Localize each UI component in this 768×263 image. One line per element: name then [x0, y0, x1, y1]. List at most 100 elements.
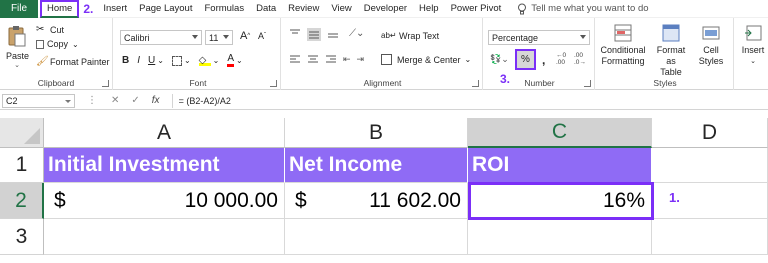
font-name-combo[interactable]: Calibri [120, 30, 202, 45]
align-middle-icon[interactable] [307, 28, 321, 41]
step-2-marker: 2. [83, 1, 94, 16]
alignment-launcher-icon[interactable] [472, 80, 479, 87]
conditional-formatting-button[interactable]: Conditional Formatting [599, 24, 647, 67]
tab-insert[interactable]: Insert [97, 0, 133, 18]
cut-button[interactable]: ✂ Cut [36, 24, 64, 35]
increase-decimal-button[interactable]: ←0.00 [556, 52, 566, 66]
tab-data[interactable]: Data [250, 0, 282, 18]
shrink-font-button[interactable]: Aˇ [258, 31, 266, 41]
formula-bar: C2 ⋮ ✕ ✓ fx = (B2-A2)/A2 [0, 92, 768, 110]
fill-color-chevron-icon[interactable]: ⌄ [213, 56, 220, 65]
select-all-triangle-icon [24, 128, 40, 144]
comma-style-button[interactable]: , [542, 53, 545, 67]
wrap-text-button[interactable]: ab↵ Wrap Text [381, 30, 439, 41]
number-launcher-icon[interactable] [584, 80, 591, 87]
align-left-icon[interactable] [289, 54, 301, 65]
underline-button[interactable]: U [148, 55, 155, 66]
cell-c1[interactable]: ROI [468, 148, 652, 183]
row-header-1[interactable]: 1 [0, 148, 44, 183]
insert-cells-button[interactable]: Insert ⌄ [740, 24, 766, 67]
increase-decimal-label: .00 [556, 59, 566, 66]
column-header-d[interactable]: D [652, 118, 768, 148]
paste-button[interactable]: Paste ⌄ [6, 25, 29, 69]
format-painter-label: Format Painter [50, 56, 110, 67]
font-group-label: Font [189, 78, 207, 88]
tell-me-box[interactable]: Tell me what you want to do [517, 3, 649, 15]
align-top-icon[interactable] [289, 28, 301, 39]
font-format-row: B I U ⌄ ⌄ ◇ ⌄ A ⌄ [122, 54, 251, 67]
cell-d1[interactable] [652, 148, 768, 183]
align-bottom-icon[interactable] [327, 28, 339, 39]
grow-font-button[interactable]: A ^ [240, 30, 250, 42]
cell-d3[interactable] [652, 219, 768, 255]
tab-formulas[interactable]: Formulas [198, 0, 250, 18]
row-header-2[interactable]: 2 [0, 183, 44, 219]
borders-chevron-icon[interactable]: ⌄ [184, 56, 191, 65]
tab-home[interactable]: Home [40, 0, 80, 18]
format-painter-button[interactable]: 🖌 Format Painter [36, 56, 110, 67]
copy-button[interactable]: Copy ⌄ [36, 39, 79, 49]
tab-power-pivot[interactable]: Power Pivot [445, 0, 508, 18]
decrease-decimal-button[interactable]: .00.0→ [574, 52, 586, 66]
cell-b1[interactable]: Net Income [285, 148, 468, 183]
column-header-c[interactable]: C [468, 118, 652, 148]
increase-indent-icon[interactable]: ⇥ [357, 54, 365, 65]
column-header-b[interactable]: B [285, 118, 468, 148]
menu-bar: File Home 2. Insert Page Layout Formulas… [0, 0, 768, 18]
select-all-button[interactable] [0, 118, 44, 148]
align-right-icon[interactable] [325, 54, 337, 65]
conditional-formatting-label-1: Conditional [600, 45, 646, 55]
font-color-chevron-icon[interactable]: ⌄ [236, 56, 243, 65]
percent-style-button[interactable]: % [515, 49, 536, 70]
decrease-decimal-label: .0 [574, 59, 580, 66]
row-header-3[interactable]: 3 [0, 219, 44, 255]
font-launcher-icon[interactable] [270, 80, 277, 87]
cell-a3[interactable] [44, 219, 285, 255]
spreadsheet-grid: A B C D 1 2 3 Initial Investment Net Inc… [0, 118, 768, 263]
lightbulb-icon [518, 3, 527, 14]
tab-file[interactable]: File [0, 0, 38, 18]
number-format-combo[interactable]: Percentage [488, 30, 590, 45]
formula-controls: ⋮ ✕ ✓ fx [87, 95, 172, 106]
cell-a2-value: 10 000.00 [184, 188, 278, 212]
accounting-format-icon[interactable]: 💱⌄ [490, 54, 509, 65]
cell-styles-button[interactable]: Cell Styles [693, 24, 729, 67]
tab-help[interactable]: Help [413, 0, 445, 18]
font-size-value: 11 [209, 32, 219, 43]
insert-cells-label: Insert [741, 45, 765, 55]
tab-page-layout[interactable]: Page Layout [133, 0, 198, 18]
merge-center-button[interactable]: Merge & Center ⌄ [381, 54, 471, 65]
cell-a1[interactable]: Initial Investment [44, 148, 285, 183]
enter-icon[interactable]: ✓ [131, 95, 139, 106]
name-box[interactable]: C2 [2, 93, 75, 108]
cell-b3[interactable] [285, 219, 468, 255]
merge-chevron-icon[interactable]: ⌄ [465, 55, 472, 64]
format-as-table-button[interactable]: Format as Table [651, 24, 691, 78]
bold-button[interactable]: B [122, 55, 129, 66]
copy-chevron-icon[interactable]: ⌄ [72, 40, 79, 49]
clipboard-group-label: Clipboard [37, 78, 75, 88]
cell-a2[interactable]: $ 10 000.00 [44, 183, 285, 219]
underline-chevron-icon[interactable]: ⌄ [157, 56, 164, 65]
font-color-button[interactable]: A [227, 54, 235, 67]
cancel-icon[interactable]: ✕ [111, 95, 119, 106]
fill-color-icon[interactable]: ◇ [198, 55, 211, 66]
cell-c3[interactable] [468, 219, 652, 255]
paste-chevron-icon[interactable]: ⌄ [6, 61, 28, 69]
italic-button[interactable]: I [137, 55, 140, 66]
tab-view[interactable]: View [325, 0, 357, 18]
insert-function-icon[interactable]: fx [152, 95, 160, 106]
formula-input[interactable]: = (B2-A2)/A2 [171, 93, 231, 108]
decrease-indent-icon[interactable]: ⇤ [343, 54, 351, 65]
insert-chevron-icon[interactable]: ⌄ [740, 56, 766, 67]
clipboard-launcher-icon[interactable] [102, 80, 109, 87]
tab-review[interactable]: Review [282, 0, 325, 18]
cell-b2[interactable]: $ 11 602.00 [285, 183, 468, 219]
font-size-combo[interactable]: 11 [205, 30, 233, 45]
column-header-a[interactable]: A [44, 118, 285, 148]
borders-icon[interactable] [171, 55, 182, 66]
tab-developer[interactable]: Developer [358, 0, 413, 18]
orientation-icon[interactable]: ⟋⌄ [349, 28, 364, 41]
align-center-icon[interactable] [307, 54, 319, 65]
number-format-value: Percentage [492, 32, 539, 43]
